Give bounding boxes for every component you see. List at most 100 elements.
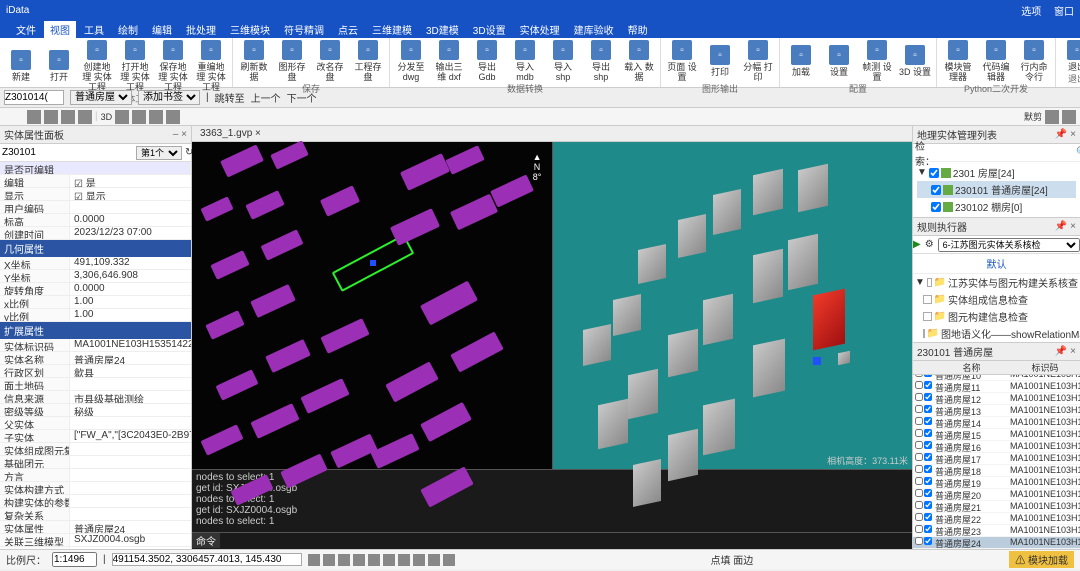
ribbon-button[interactable]: ▫行内命令行 <box>1017 40 1051 82</box>
entity-row[interactable]: 普通房屋24MA1001NE103H1535... <box>913 537 1080 549</box>
building-3d[interactable] <box>798 164 828 212</box>
building-2d[interactable] <box>210 250 249 280</box>
tool-icon[interactable] <box>78 110 92 124</box>
ribbon-button[interactable]: ▫输出三维 dxf <box>432 40 466 82</box>
building-2d[interactable] <box>300 378 349 414</box>
ribbon-button[interactable]: ▫模块管理器 <box>941 40 975 82</box>
status-icon[interactable] <box>308 554 320 566</box>
default-link[interactable]: 默认 <box>987 260 1007 271</box>
building-2d[interactable] <box>215 369 258 400</box>
ribbon-button[interactable]: ▫退出 <box>1060 40 1080 72</box>
prop-row[interactable]: 实体组成图元集 <box>0 443 191 456</box>
ribbon-button[interactable]: ▫载入 数据 <box>622 40 656 82</box>
prop-row[interactable]: 父实体 <box>0 417 191 430</box>
tool-icon[interactable] <box>1062 110 1076 124</box>
building-3d[interactable] <box>613 294 641 336</box>
building-2d[interactable] <box>270 140 308 169</box>
prop-row[interactable]: 实体标识码MA1001NE103H15351422... <box>0 339 191 352</box>
ruleset-select[interactable]: 6-江苏图元实体关系核检 <box>938 238 1080 252</box>
ribbon-button[interactable]: ▫3D 设置 <box>898 40 932 82</box>
ribbon-button[interactable]: ▫分发至 dwg <box>394 40 428 82</box>
status-icon[interactable] <box>383 554 395 566</box>
ribbon-button[interactable]: ▫导入 mdb <box>508 40 542 82</box>
ribbon-button[interactable]: ▫设置 <box>822 40 856 82</box>
doc-tab[interactable]: 3363_1.gvp × <box>196 128 265 139</box>
prop-row[interactable]: 类型住宅 <box>0 547 191 549</box>
filter-code-input[interactable] <box>0 147 136 158</box>
building-3d[interactable] <box>598 399 628 449</box>
building-3d[interactable] <box>628 369 658 419</box>
prop-row[interactable]: 旋转角度0.0000 <box>0 283 191 296</box>
ribbon-button[interactable]: ▫重编地理 实体工程 <box>194 40 228 92</box>
building-2d[interactable] <box>250 284 296 318</box>
building-2d[interactable] <box>445 145 484 175</box>
code-input[interactable] <box>4 90 64 105</box>
tool-icon[interactable] <box>1045 110 1059 124</box>
prop-row[interactable]: 基础团元 <box>0 456 191 469</box>
entity-row[interactable]: 普通房屋13MA1001NE103H1535... <box>913 405 1080 417</box>
menu-item[interactable]: 工具 <box>78 21 110 38</box>
ribbon-button[interactable]: ▫导入 shp <box>546 40 580 82</box>
prop-row[interactable]: 实体属性普通房屋24 <box>0 521 191 534</box>
building-2d[interactable] <box>250 403 299 439</box>
status-icon[interactable] <box>443 554 455 566</box>
menu-item[interactable]: 3D设置 <box>467 21 512 38</box>
ribbon-button[interactable]: ▫改名存盘 <box>313 40 347 82</box>
entity-row[interactable]: 普通房屋18MA1001NE103H1535... <box>913 465 1080 477</box>
entity-row[interactable]: 普通房屋15MA1001NE103H1535... <box>913 429 1080 441</box>
tool-icon[interactable] <box>61 110 75 124</box>
prop-row[interactable]: y比例1.00 <box>0 309 191 322</box>
status-icon[interactable] <box>338 554 350 566</box>
prop-row[interactable]: x比例1.00 <box>0 296 191 309</box>
entity-row[interactable]: 普通房屋11MA1001NE103H1535... <box>913 381 1080 393</box>
prop-row[interactable]: 方言 <box>0 469 191 482</box>
building-3d[interactable] <box>838 351 850 366</box>
entity-row[interactable]: 普通房屋21MA1001NE103H1535... <box>913 501 1080 513</box>
building-2d[interactable] <box>265 339 311 373</box>
building-3d[interactable] <box>633 459 661 507</box>
entity-row[interactable]: 普通房屋19MA1001NE103H1535... <box>913 477 1080 489</box>
prop-row[interactable]: 关联三维模型SXJZ0004.osgb <box>0 534 191 547</box>
menu-item[interactable]: 视图 <box>44 21 76 38</box>
entity-row[interactable]: 普通房屋22MA1001NE103H1535... <box>913 513 1080 525</box>
menu-item[interactable]: 编辑 <box>146 21 178 38</box>
building-2d[interactable] <box>260 229 303 260</box>
ribbon-button[interactable]: ▫打印 <box>703 40 737 82</box>
window-link[interactable]: 窗口 <box>1054 7 1074 18</box>
entity-row[interactable]: 普通房屋17MA1001NE103H1535... <box>913 453 1080 465</box>
prop-row[interactable]: 信息来源市县级基础测绘 <box>0 391 191 404</box>
building-2d[interactable] <box>205 310 244 340</box>
tree-item[interactable]: 230102 棚房[0] <box>917 198 1076 215</box>
rule-item[interactable]: ▼ 📁 江苏实体与图元构建关系核查 <box>913 274 1080 291</box>
prop-row[interactable]: 实体构建方式 <box>0 482 191 495</box>
tool-icon[interactable] <box>132 110 146 124</box>
building-3d[interactable] <box>668 429 698 481</box>
status-icon[interactable] <box>413 554 425 566</box>
building-2d[interactable] <box>320 185 360 217</box>
search-icon[interactable]: 🔍 <box>1073 147 1080 158</box>
entity-row[interactable]: 普通房屋23MA1001NE103H1535... <box>913 525 1080 537</box>
run-icon[interactable]: ▶ <box>913 239 921 250</box>
status-icon[interactable] <box>368 554 380 566</box>
menu-item[interactable]: 文件 <box>10 21 42 38</box>
building-2d[interactable] <box>200 424 243 455</box>
ribbon-button[interactable]: ▫打开 <box>42 40 76 92</box>
menu-item[interactable]: 三维建模 <box>366 21 418 38</box>
prop-row[interactable]: 显示☑ 显示 <box>0 188 191 201</box>
next-btn[interactable]: 下一个 <box>287 90 317 105</box>
building-3d[interactable] <box>638 244 666 284</box>
building-2d[interactable] <box>400 153 450 191</box>
prop-row[interactable]: 用户编码 <box>0 201 191 214</box>
menu-item[interactable]: 三维模块 <box>224 21 276 38</box>
building-3d[interactable] <box>788 234 818 290</box>
scale-input[interactable] <box>52 552 97 567</box>
building-2d[interactable] <box>220 144 264 177</box>
menu-item[interactable]: 批处理 <box>180 21 222 38</box>
tool-icon[interactable] <box>44 110 58 124</box>
building-3d[interactable] <box>583 324 611 366</box>
tree-item[interactable]: 230101 普通房屋[24] <box>917 181 1076 198</box>
ribbon-button[interactable]: ▫工程存盘 <box>351 40 385 82</box>
status-icon[interactable] <box>323 554 335 566</box>
viewport-3d[interactable]: 相机高度：373.11米 <box>552 142 913 469</box>
viewport-2d[interactable]: ▲N8° <box>192 142 552 469</box>
